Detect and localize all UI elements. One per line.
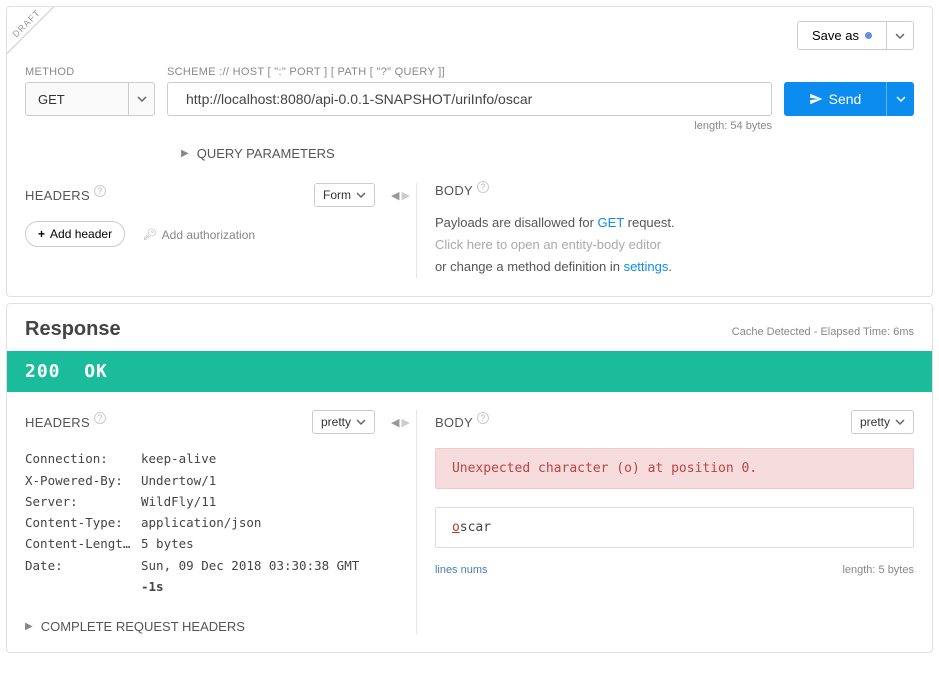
response-meta: Cache Detected - Elapsed Time: 6ms <box>732 326 914 338</box>
url-input[interactable] <box>167 82 772 116</box>
resp-body-title: BODY <box>435 415 473 430</box>
resp-headers-mode-select[interactable]: pretty <box>312 410 375 434</box>
caret-right-icon: ▶ <box>401 189 409 202</box>
method-label: METHOD <box>25 66 155 78</box>
header-row: Server:WildFly/11 <box>25 491 375 512</box>
chevron-down-icon <box>356 190 366 200</box>
help-icon[interactable]: ? <box>477 181 489 193</box>
header-row: X-Powered-By:Undertow/1 <box>25 470 375 491</box>
key-icon: 🔑︎ <box>143 228 157 241</box>
parse-error-box: Unexpected character (o) at position 0. <box>435 448 914 489</box>
req-headers-title: HEADERS <box>25 188 90 203</box>
method-link[interactable]: GET <box>598 215 625 230</box>
body-disallowed-text: Payloads are disallowed for GET request.… <box>435 212 914 278</box>
status-bar: 200 OK <box>7 351 932 392</box>
plus-icon: + <box>38 227 45 241</box>
send-button[interactable]: Send <box>784 82 886 116</box>
method-select[interactable]: GET <box>25 82 155 116</box>
response-card: Response Cache Detected - Elapsed Time: … <box>6 303 933 653</box>
send-dropdown[interactable] <box>886 82 914 116</box>
headers-mode-select[interactable]: Form <box>314 183 375 207</box>
complete-request-headers-toggle[interactable]: ▶ COMPLETE REQUEST HEADERS <box>25 619 375 634</box>
save-as-dropdown[interactable] <box>886 22 913 49</box>
status-text: OK <box>84 361 108 382</box>
settings-link[interactable]: settings <box>624 259 669 274</box>
header-row: Content-Lengt…5 bytes <box>25 533 375 554</box>
panel-collapse-arrows[interactable]: ◀ ▶ <box>391 183 410 202</box>
method-dropdown-toggle[interactable] <box>128 83 154 115</box>
caret-right-icon: ▶ <box>181 148 189 159</box>
chevron-down-icon <box>895 31 905 41</box>
url-length: length: 54 bytes <box>167 120 772 132</box>
method-value: GET <box>26 92 128 107</box>
add-authorization-button[interactable]: 🔑︎ Add authorization <box>143 228 255 242</box>
chevron-down-icon <box>356 417 366 427</box>
add-header-button[interactable]: + Add header <box>25 221 125 247</box>
save-as-group: Save as <box>797 21 914 50</box>
resp-body-mode-select[interactable]: pretty <box>851 410 914 434</box>
caret-right-icon: ▶ <box>401 416 409 429</box>
request-card: DRAFT Save as METHOD GET <box>6 6 933 297</box>
chevron-down-icon <box>895 417 905 427</box>
header-row: Content-Type:application/json <box>25 512 375 533</box>
status-code: 200 <box>25 361 61 382</box>
help-icon[interactable]: ? <box>477 412 489 424</box>
response-headers-list: Connection:keep-alive X-Powered-By:Under… <box>25 448 375 597</box>
panel-collapse-arrows[interactable]: ◀ ▶ <box>391 410 410 429</box>
header-row: Connection:keep-alive <box>25 448 375 469</box>
caret-right-icon: ▶ <box>25 621 33 632</box>
help-icon[interactable]: ? <box>94 185 106 197</box>
help-icon[interactable]: ? <box>94 412 106 424</box>
query-parameters-toggle[interactable]: ▶ QUERY PARAMETERS <box>25 146 914 161</box>
url-label: SCHEME :// HOST [ ":" PORT ] [ PATH [ "?… <box>167 66 772 78</box>
chevron-down-icon <box>896 94 906 104</box>
req-body-title: BODY <box>435 183 473 198</box>
paper-plane-icon <box>809 92 823 106</box>
save-as-button[interactable]: Save as <box>798 22 886 49</box>
caret-left-icon: ◀ <box>391 416 399 429</box>
caret-left-icon: ◀ <box>391 189 399 202</box>
unsaved-dot-icon <box>865 32 872 39</box>
chevron-down-icon <box>137 94 147 104</box>
lines-nums-toggle[interactable]: lines nums <box>435 564 488 576</box>
response-title: Response <box>25 318 121 341</box>
response-payload[interactable]: oscar <box>435 507 914 548</box>
open-body-editor-link[interactable]: Click here to open an entity-body editor <box>435 234 914 256</box>
response-length: length: 5 bytes <box>842 564 914 576</box>
header-row: Date:Sun, 09 Dec 2018 03:30:38 GMT -1s <box>25 555 375 598</box>
resp-headers-title: HEADERS <box>25 415 90 430</box>
